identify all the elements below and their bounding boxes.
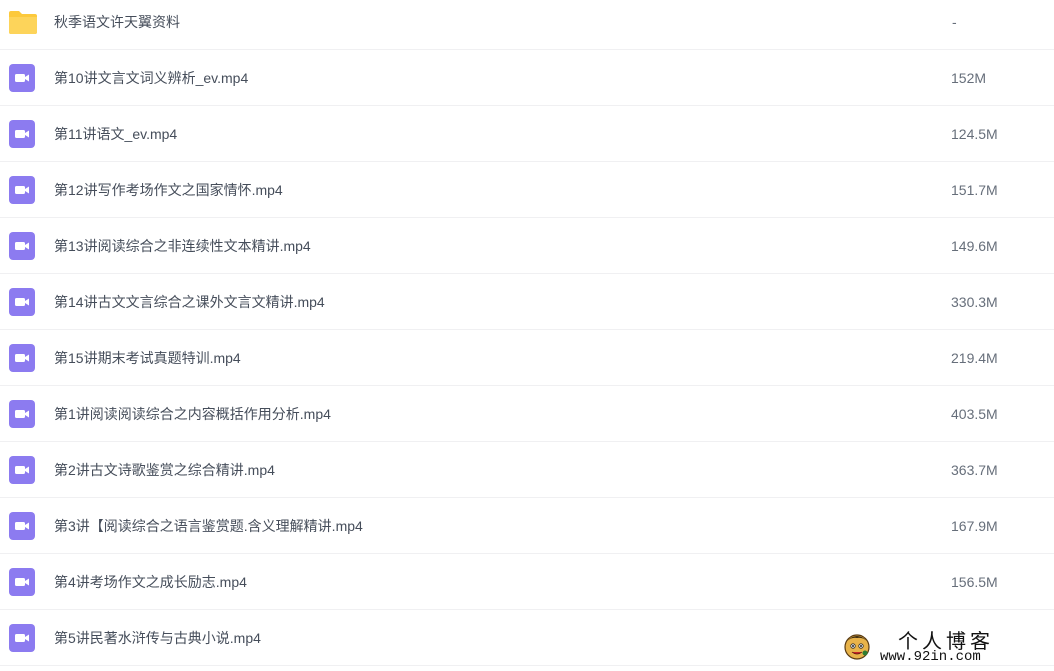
file-row[interactable]: 第4讲考场作文之成长励志.mp4 156.5M (0, 554, 1054, 610)
file-size: 219.4M (951, 349, 998, 366)
watermark: 个人博客 www.92in.com (842, 627, 1042, 667)
file-size: 151.7M (951, 181, 998, 198)
file-row[interactable]: 第10讲文言文词义辨析_ev.mp4 152M (0, 50, 1054, 106)
file-size: 167.9M (951, 517, 998, 534)
video-file-icon (8, 567, 36, 596)
file-list: 秋季语文许天翼资料 - 第10讲文言文词义辨析_ev.mp4 152M 第11讲… (0, 0, 1054, 671)
file-size: 124.5M (951, 125, 998, 142)
file-row[interactable]: 第13讲阅读综合之非连续性文本精讲.mp4 149.6M (0, 218, 1054, 274)
video-file-icon (8, 511, 36, 540)
folder-row[interactable]: 秋季语文许天翼资料 - (0, 0, 1054, 50)
file-row[interactable]: 第1讲阅读阅读综合之内容概括作用分析.mp4 403.5M (0, 386, 1054, 442)
video-file-icon (8, 119, 36, 148)
file-name: 第14讲古文文言综合之课外文言文精讲.mp4 (54, 293, 325, 310)
file-size: - (952, 14, 957, 30)
file-name: 第1讲阅读阅读综合之内容概括作用分析.mp4 (54, 405, 331, 422)
cartoon-face-logo (842, 631, 872, 661)
file-name: 第15讲期末考试真题特训.mp4 (54, 349, 241, 366)
file-size: 403.5M (951, 405, 998, 422)
file-row[interactable]: 第12讲写作考场作文之国家情怀.mp4 151.7M (0, 162, 1054, 218)
video-file-icon (8, 287, 36, 316)
video-file-icon (8, 63, 36, 92)
file-row[interactable]: 第15讲期末考试真题特训.mp4 219.4M (0, 330, 1054, 386)
file-row[interactable]: 第14讲古文文言综合之课外文言文精讲.mp4 330.3M (0, 274, 1054, 330)
video-file-icon (8, 175, 36, 204)
watermark-url: www.92in.com (880, 649, 981, 665)
video-file-icon (8, 231, 36, 260)
file-name: 第2讲古文诗歌鉴赏之综合精讲.mp4 (54, 461, 275, 478)
video-file-icon (8, 399, 36, 428)
file-size: 152M (951, 69, 987, 86)
video-file-icon (8, 343, 36, 372)
file-name: 第5讲民著水浒传与古典小说.mp4 (54, 629, 261, 646)
file-name: 第3讲【阅读综合之语言鉴赏题.含义理解精讲.mp4 (54, 517, 363, 534)
file-size: 330.3M (951, 293, 998, 310)
file-size: 156.5M (951, 573, 998, 590)
file-name: 秋季语文许天翼资料 (54, 14, 180, 30)
file-name: 第12讲写作考场作文之国家情怀.mp4 (54, 181, 283, 198)
file-size: 363.7M (951, 461, 998, 478)
file-name: 第11讲语文_ev.mp4 (54, 125, 178, 142)
video-file-icon (8, 455, 36, 484)
file-row[interactable]: 第3讲【阅读综合之语言鉴赏题.含义理解精讲.mp4 167.9M (0, 498, 1054, 554)
file-name: 第4讲考场作文之成长励志.mp4 (54, 573, 247, 590)
file-row[interactable]: 第2讲古文诗歌鉴赏之综合精讲.mp4 363.7M (0, 442, 1054, 498)
file-name: 第10讲文言文词义辨析_ev.mp4 (54, 69, 249, 86)
file-name: 第13讲阅读综合之非连续性文本精讲.mp4 (54, 237, 311, 254)
folder-icon (8, 8, 37, 36)
file-size: 149.6M (951, 237, 998, 254)
file-row[interactable]: 第11讲语文_ev.mp4 124.5M (0, 106, 1054, 162)
video-file-icon (8, 623, 36, 652)
